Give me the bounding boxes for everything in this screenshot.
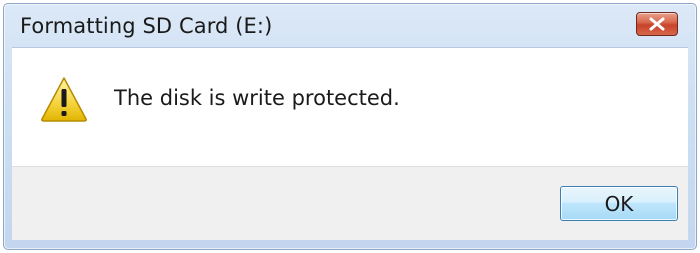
close-icon	[649, 17, 665, 31]
window-title: Formatting SD Card (E:)	[20, 14, 273, 38]
dialog-window: Formatting SD Card (E:) The disk is writ…	[3, 3, 697, 250]
ok-button[interactable]: OK	[560, 186, 678, 221]
dialog-footer: OK	[12, 166, 688, 240]
close-button[interactable]	[636, 12, 678, 36]
title-bar[interactable]: Formatting SD Card (E:)	[4, 4, 696, 46]
dialog-content: The disk is write protected.	[12, 47, 688, 166]
dialog-message: The disk is write protected.	[114, 86, 400, 110]
warning-icon	[41, 77, 87, 122]
